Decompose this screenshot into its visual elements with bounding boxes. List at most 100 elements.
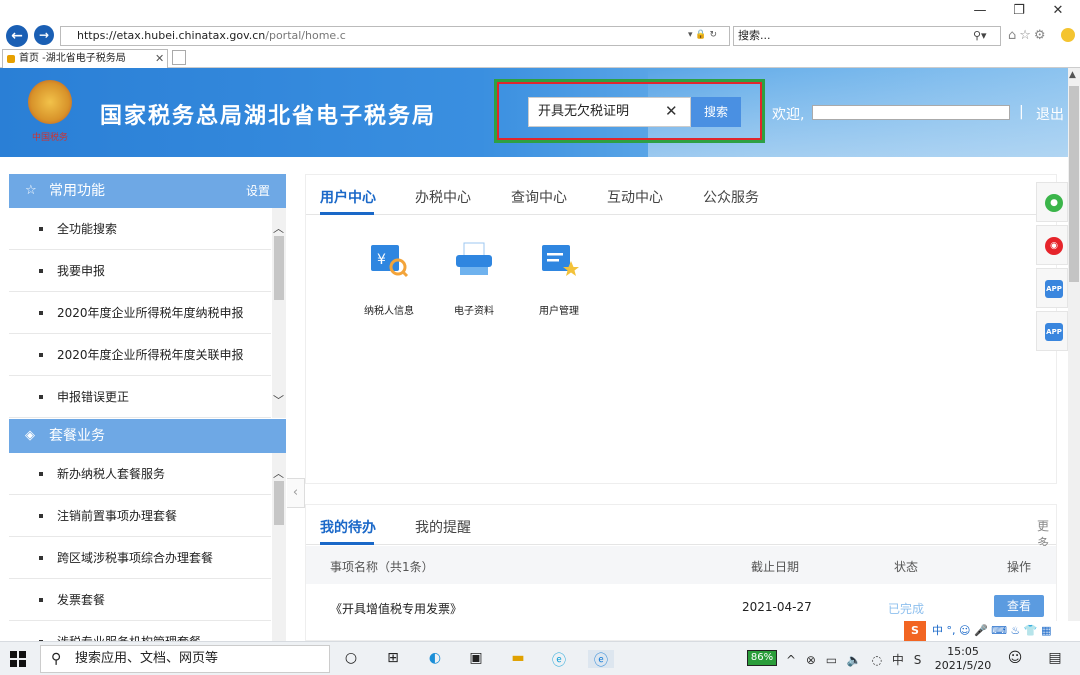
layers-icon: ◈: [25, 428, 35, 443]
float-wechat[interactable]: ●: [1036, 182, 1068, 222]
store-icon[interactable]: ▣: [466, 650, 486, 668]
clock[interactable]: 15:05 2021/5/20: [930, 645, 996, 673]
forward-button[interactable]: →: [34, 25, 54, 45]
tab-query-center[interactable]: 查询中心: [511, 187, 567, 207]
close-tab-icon[interactable]: ✕: [155, 50, 164, 68]
tab-user-center[interactable]: 用户中心: [320, 187, 376, 207]
browser-search-field[interactable]: 搜索...: [733, 26, 1001, 46]
main-panel: 用户中心 办税中心 查询中心 互动中心 公众服务 ¥ 纳税人信息 电子资料 用户…: [305, 174, 1057, 484]
header-separator: |: [1019, 104, 1024, 120]
column-header: 状态: [894, 560, 919, 574]
user-management-icon: [542, 245, 579, 276]
new-tab-icon[interactable]: [172, 50, 186, 65]
clock-date: 2021/5/20: [934, 659, 992, 672]
todo-tabs: 我的待办 我的提醒 更多: [306, 505, 1056, 550]
url-scheme: https://: [77, 29, 117, 42]
browser-360-icon[interactable]: ⓔ: [549, 650, 569, 669]
sidebar-item[interactable]: 跨区域涉税事项综合办理套餐: [9, 537, 271, 579]
status-badge: 已完成: [888, 602, 925, 616]
sidebar-item[interactable]: 全功能搜索: [9, 208, 271, 250]
task-view-icon[interactable]: ○: [341, 650, 361, 668]
notification-icon[interactable]: ▤: [1045, 650, 1065, 668]
back-button[interactable]: ←: [6, 25, 28, 47]
url-field[interactable]: https://etax.hubei.chinatax.gov.cn/porta…: [60, 26, 730, 46]
todo-deadline: 2021-04-27: [742, 600, 812, 614]
sidebar-item[interactable]: 新办纳税人套餐服务: [9, 453, 271, 495]
function-label: 电子资料: [454, 306, 494, 317]
taskbar-search-placeholder: 搜索应用、文档、网页等: [75, 651, 219, 666]
function-label: 用户管理: [539, 306, 579, 317]
ime-status: 中 °, ☺ 🎤 ⌨ ♨ 👕 ▦: [932, 624, 1052, 637]
chevron-up-icon[interactable]: ︿: [273, 465, 284, 481]
sidebar-scrollbar-thumb[interactable]: [274, 236, 284, 300]
internet-explorer-icon[interactable]: ⓔ: [588, 650, 614, 669]
url-host: etax.hubei.chinatax.gov.cn: [116, 29, 266, 42]
search-go-icon[interactable]: ⚲▾: [973, 29, 987, 42]
section-title: 常用功能: [49, 183, 105, 199]
star-icon: ☆: [25, 183, 37, 198]
chat-icon[interactable]: ☺: [1005, 650, 1025, 668]
svg-text:¥: ¥: [377, 252, 386, 268]
sidebar-section-packages: ◈ 套餐业务: [9, 419, 286, 453]
tab-tax-center[interactable]: 办税中心: [415, 187, 471, 207]
restore-button[interactable]: ❐: [1009, 3, 1029, 18]
system-tray[interactable]: ^ ⊗ ▭ 🔈 ◌ 中 S: [786, 651, 924, 668]
collapse-sidebar-button[interactable]: ‹: [287, 478, 305, 508]
function-electronic-docs[interactable]: 电子资料: [439, 241, 509, 317]
section-title: 套餐业务: [49, 428, 105, 444]
clear-search-icon[interactable]: ✕: [665, 102, 678, 120]
logout-link[interactable]: 退出: [1036, 104, 1064, 124]
float-app[interactable]: APP: [1036, 268, 1068, 308]
battery-indicator[interactable]: 86%: [747, 650, 777, 666]
float-weibo[interactable]: ◉: [1036, 225, 1068, 265]
site-search-button[interactable]: 搜索: [691, 97, 741, 127]
sidebar-item[interactable]: 2020年度企业所得税年度纳税申报: [9, 292, 271, 334]
tab-public-service[interactable]: 公众服务: [703, 187, 759, 207]
home-favorites-settings-icons[interactable]: ⌂☆⚙: [1008, 28, 1049, 43]
float-app[interactable]: APP: [1036, 311, 1068, 351]
close-window-button[interactable]: ✕: [1048, 3, 1068, 18]
tab-my-todo[interactable]: 我的待办: [320, 517, 376, 537]
ime-toolbar[interactable]: S 中 °, ☺ 🎤 ⌨ ♨ 👕 ▦: [904, 621, 1080, 641]
taskbar-search[interactable]: ⚲ 搜索应用、文档、网页等: [40, 645, 330, 673]
column-header: 截止日期: [751, 560, 800, 574]
clock-time: 15:05: [947, 645, 979, 658]
windows-start-icon[interactable]: [10, 651, 26, 667]
sidebar-scrollbar-thumb[interactable]: [274, 481, 284, 525]
file-explorer-icon[interactable]: ▬: [508, 650, 528, 668]
emblem-caption: 中国税务: [32, 133, 69, 143]
function-taxpayer-info[interactable]: ¥ 纳税人信息: [354, 241, 424, 317]
active-tab-indicator: [320, 212, 374, 215]
edge-icon[interactable]: ◐: [425, 650, 445, 668]
sidebar-item[interactable]: 我要申报: [9, 250, 271, 292]
sidebar-item[interactable]: 2020年度企业所得税年度关联申报: [9, 334, 271, 376]
sidebar-item[interactable]: 发票套餐: [9, 579, 271, 621]
tab-my-reminders[interactable]: 我的提醒: [415, 517, 471, 537]
page-scrollbar-thumb[interactable]: [1069, 86, 1079, 282]
sidebar-item[interactable]: 注销前置事项办理套餐: [9, 495, 271, 537]
column-header: 操作: [1007, 560, 1032, 574]
settings-link[interactable]: 设置: [246, 174, 270, 208]
url-dropdown-icon[interactable]: ▾ 🔒 ↻: [688, 30, 717, 40]
weibo-icon: ◉: [1045, 237, 1063, 255]
function-user-management[interactable]: 用户管理: [524, 241, 594, 317]
minimize-button[interactable]: —: [970, 3, 990, 18]
tab-title: 首页 -湖北省电子税务局: [19, 53, 126, 64]
chevron-up-icon[interactable]: ︿: [273, 220, 284, 236]
sidebar-item[interactable]: 涉税专业服务机构管理套餐: [9, 621, 271, 641]
scroll-up-icon[interactable]: ▲: [1069, 70, 1076, 80]
smiley-icon[interactable]: [1061, 28, 1075, 42]
todo-table-header: 事项名称（共1条） 截止日期 状态 操作: [306, 546, 1056, 584]
electronic-docs-icon: [456, 242, 492, 275]
tab-interaction-center[interactable]: 互动中心: [607, 187, 663, 207]
sidebar: ☆ 常用功能 设置 全功能搜索 我要申报 2020年度企业所得税年度纳税申报 2…: [9, 174, 286, 641]
taxpayer-info-icon: ¥: [371, 245, 409, 278]
browser-tab[interactable]: 首页 -湖北省电子税务局 ✕: [2, 49, 168, 68]
chevron-down-icon[interactable]: ﹀: [273, 392, 284, 408]
view-button[interactable]: 查看: [994, 595, 1044, 617]
site-header: 中国税务 国家税务总局湖北省电子税务局 开具无欠税证明 ✕ 搜索 欢迎, | 退…: [0, 68, 1068, 157]
wechat-icon: ●: [1045, 194, 1063, 212]
sidebar-item[interactable]: 申报错误更正: [9, 376, 271, 418]
widgets-icon[interactable]: ⊞: [383, 650, 403, 668]
search-icon: ⚲: [51, 651, 62, 667]
